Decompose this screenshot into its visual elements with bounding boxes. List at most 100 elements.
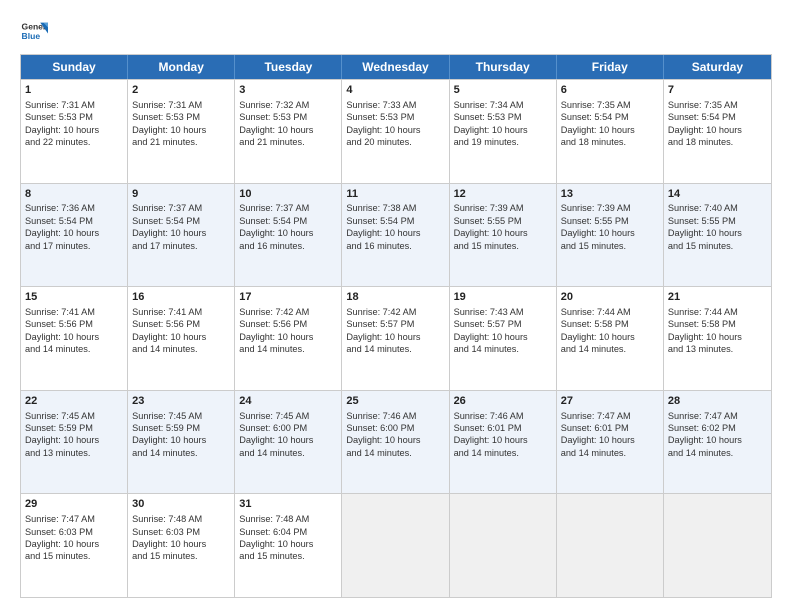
page-header: General Blue	[20, 18, 772, 46]
day-number: 16	[132, 290, 230, 305]
calendar-cell: 2 Sunrise: 7:31 AMSunset: 5:53 PMDaylight…	[128, 80, 235, 183]
calendar-cell: 18 Sunrise: 7:42 AMSunset: 5:57 PMDayligh…	[342, 287, 449, 390]
day-number: 30	[132, 497, 230, 512]
day-number: 17	[239, 290, 337, 305]
calendar-cell: 31 Sunrise: 7:48 AMSunset: 6:04 PMDayligh…	[235, 494, 342, 597]
calendar-cell: 14Sunrise: 7:40 AMSunset: 5:55 PMDayligh…	[664, 184, 771, 287]
calendar-cell: 7 Sunrise: 7:35 AMSunset: 5:54 PMDaylight…	[664, 80, 771, 183]
day-info: Sunrise: 7:48 AMSunset: 6:04 PMDaylight:…	[239, 514, 313, 561]
day-number: 24	[239, 394, 337, 409]
day-number: 12	[454, 187, 552, 202]
day-info: Sunrise: 7:46 AMSunset: 6:00 PMDaylight:…	[346, 411, 420, 458]
calendar-cell: 5 Sunrise: 7:34 AMSunset: 5:53 PMDaylight…	[450, 80, 557, 183]
day-number: 28	[668, 394, 767, 409]
day-number: 11	[346, 187, 444, 202]
day-number: 10	[239, 187, 337, 202]
calendar-page: General Blue SundayMondayTuesdayWednesda…	[0, 0, 792, 612]
calendar-cell	[557, 494, 664, 597]
day-number: 14	[668, 187, 767, 202]
header-cell-saturday: Saturday	[664, 55, 771, 79]
calendar-cell: 30 Sunrise: 7:48 AMSunset: 6:03 PMDayligh…	[128, 494, 235, 597]
day-info: Sunrise: 7:47 AMSunset: 6:03 PMDaylight:…	[25, 514, 99, 561]
calendar-cell: 23Sunrise: 7:45 AMSunset: 5:59 PMDayligh…	[128, 391, 235, 494]
day-number: 15	[25, 290, 123, 305]
header-cell-friday: Friday	[557, 55, 664, 79]
day-info: Sunrise: 7:41 AMSunset: 5:56 PMDaylight:…	[132, 307, 206, 354]
day-info: Sunrise: 7:48 AMSunset: 6:03 PMDaylight:…	[132, 514, 206, 561]
day-info: Sunrise: 7:46 AMSunset: 6:01 PMDaylight:…	[454, 411, 528, 458]
day-number: 2	[132, 83, 230, 98]
svg-text:Blue: Blue	[22, 31, 41, 41]
day-number: 21	[668, 290, 767, 305]
calendar-cell: 6Sunrise: 7:35 AMSunset: 5:54 PMDaylight…	[557, 80, 664, 183]
calendar-cell: 29 Sunrise: 7:47 AMSunset: 6:03 PMDayligh…	[21, 494, 128, 597]
calendar-cell: 4 Sunrise: 7:33 AMSunset: 5:53 PMDaylight…	[342, 80, 449, 183]
day-info: Sunrise: 7:47 AMSunset: 6:02 PMDaylight:…	[668, 411, 742, 458]
day-info: Sunrise: 7:31 AMSunset: 5:53 PMDaylight:…	[132, 100, 206, 147]
calendar-row: 15 Sunrise: 7:41 AMSunset: 5:56 PMDayligh…	[21, 286, 771, 390]
day-info: Sunrise: 7:38 AMSunset: 5:54 PMDaylight:…	[346, 203, 420, 250]
calendar-cell	[664, 494, 771, 597]
day-info: Sunrise: 7:32 AMSunset: 5:53 PMDaylight:…	[239, 100, 313, 147]
day-info: Sunrise: 7:35 AMSunset: 5:54 PMDaylight:…	[561, 100, 635, 147]
header-cell-thursday: Thursday	[450, 55, 557, 79]
calendar-cell: 24 Sunrise: 7:45 AMSunset: 6:00 PMDayligh…	[235, 391, 342, 494]
day-number: 13	[561, 187, 659, 202]
day-info: Sunrise: 7:37 AMSunset: 5:54 PMDaylight:…	[132, 203, 206, 250]
calendar-cell: 26 Sunrise: 7:46 AMSunset: 6:01 PMDayligh…	[450, 391, 557, 494]
day-info: Sunrise: 7:44 AMSunset: 5:58 PMDaylight:…	[561, 307, 635, 354]
day-number: 9	[132, 187, 230, 202]
calendar-cell: 25 Sunrise: 7:46 AMSunset: 6:00 PMDayligh…	[342, 391, 449, 494]
calendar-cell: 28 Sunrise: 7:47 AMSunset: 6:02 PMDayligh…	[664, 391, 771, 494]
day-number: 20	[561, 290, 659, 305]
day-info: Sunrise: 7:43 AMSunset: 5:57 PMDaylight:…	[454, 307, 528, 354]
calendar-cell: 17 Sunrise: 7:42 AMSunset: 5:56 PMDayligh…	[235, 287, 342, 390]
header-cell-tuesday: Tuesday	[235, 55, 342, 79]
calendar-cell: 19Sunrise: 7:43 AMSunset: 5:57 PMDayligh…	[450, 287, 557, 390]
calendar-cell: 20 Sunrise: 7:44 AMSunset: 5:58 PMDayligh…	[557, 287, 664, 390]
day-number: 23	[132, 394, 230, 409]
calendar-cell: 1 Sunrise: 7:31 AMSunset: 5:53 PMDaylight…	[21, 80, 128, 183]
day-info: Sunrise: 7:34 AMSunset: 5:53 PMDaylight:…	[454, 100, 528, 147]
calendar-cell	[342, 494, 449, 597]
day-info: Sunrise: 7:42 AMSunset: 5:57 PMDaylight:…	[346, 307, 420, 354]
calendar-row: 22Sunrise: 7:45 AMSunset: 5:59 PMDayligh…	[21, 390, 771, 494]
day-info: Sunrise: 7:40 AMSunset: 5:55 PMDaylight:…	[668, 203, 742, 250]
day-number: 27	[561, 394, 659, 409]
logo-icon: General Blue	[20, 18, 48, 46]
day-info: Sunrise: 7:37 AMSunset: 5:54 PMDaylight:…	[239, 203, 313, 250]
day-number: 25	[346, 394, 444, 409]
day-number: 8	[25, 187, 123, 202]
day-info: Sunrise: 7:33 AMSunset: 5:53 PMDaylight:…	[346, 100, 420, 147]
day-number: 18	[346, 290, 444, 305]
day-number: 5	[454, 83, 552, 98]
day-number: 29	[25, 497, 123, 512]
calendar-row: 8Sunrise: 7:36 AMSunset: 5:54 PMDaylight…	[21, 183, 771, 287]
header-cell-monday: Monday	[128, 55, 235, 79]
calendar-row: 29 Sunrise: 7:47 AMSunset: 6:03 PMDayligh…	[21, 493, 771, 597]
day-number: 31	[239, 497, 337, 512]
day-info: Sunrise: 7:41 AMSunset: 5:56 PMDaylight:…	[25, 307, 99, 354]
day-info: Sunrise: 7:45 AMSunset: 5:59 PMDaylight:…	[25, 411, 99, 458]
calendar-cell: 15 Sunrise: 7:41 AMSunset: 5:56 PMDayligh…	[21, 287, 128, 390]
calendar-cell: 8Sunrise: 7:36 AMSunset: 5:54 PMDaylight…	[21, 184, 128, 287]
day-info: Sunrise: 7:35 AMSunset: 5:54 PMDaylight:…	[668, 100, 742, 147]
calendar-cell: 27Sunrise: 7:47 AMSunset: 6:01 PMDayligh…	[557, 391, 664, 494]
day-info: Sunrise: 7:44 AMSunset: 5:58 PMDaylight:…	[668, 307, 742, 354]
header-cell-wednesday: Wednesday	[342, 55, 449, 79]
day-info: Sunrise: 7:39 AMSunset: 5:55 PMDaylight:…	[454, 203, 528, 250]
day-number: 3	[239, 83, 337, 98]
calendar-cell	[450, 494, 557, 597]
day-number: 26	[454, 394, 552, 409]
calendar-cell: 12Sunrise: 7:39 AMSunset: 5:55 PMDayligh…	[450, 184, 557, 287]
header-cell-sunday: Sunday	[21, 55, 128, 79]
day-info: Sunrise: 7:31 AMSunset: 5:53 PMDaylight:…	[25, 100, 99, 147]
day-info: Sunrise: 7:45 AMSunset: 6:00 PMDaylight:…	[239, 411, 313, 458]
calendar-header: SundayMondayTuesdayWednesdayThursdayFrid…	[21, 55, 771, 79]
day-number: 4	[346, 83, 444, 98]
calendar-cell: 22Sunrise: 7:45 AMSunset: 5:59 PMDayligh…	[21, 391, 128, 494]
calendar-cell: 11Sunrise: 7:38 AMSunset: 5:54 PMDayligh…	[342, 184, 449, 287]
day-number: 7	[668, 83, 767, 98]
day-info: Sunrise: 7:42 AMSunset: 5:56 PMDaylight:…	[239, 307, 313, 354]
day-number: 1	[25, 83, 123, 98]
